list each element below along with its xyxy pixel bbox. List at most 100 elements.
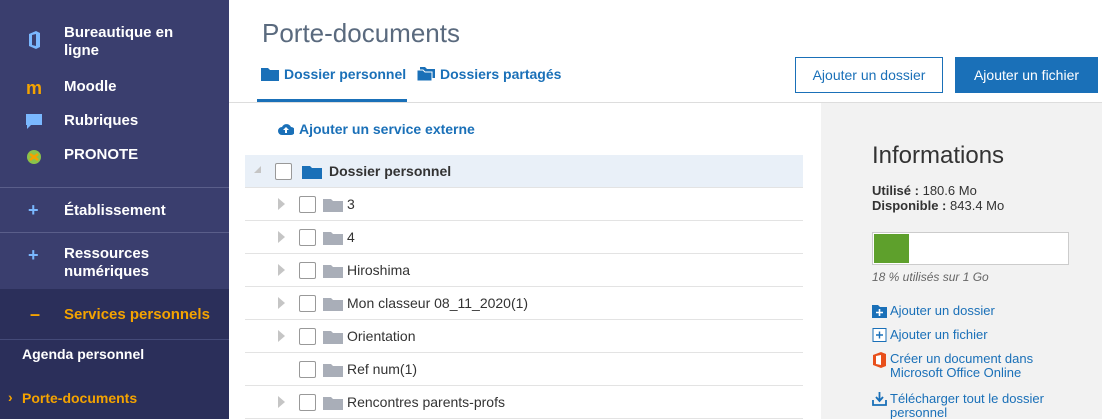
sidebar-item-bureautique[interactable]: Bureautique en ligne: [0, 22, 229, 62]
chat-icon: [24, 111, 44, 131]
row-checkbox[interactable]: [299, 196, 316, 213]
folder-name: 4: [347, 229, 355, 245]
row-checkbox[interactable]: [299, 229, 316, 246]
folder-icon: [323, 199, 343, 212]
download-icon: [872, 392, 887, 406]
expand-caret-icon[interactable]: [278, 264, 285, 276]
expand-icon: +: [28, 200, 39, 220]
expand-caret-icon[interactable]: [278, 198, 285, 210]
used-space: Utilisé : 180.6 Mo: [872, 183, 977, 198]
row-checkbox[interactable]: [299, 394, 316, 411]
expand-caret-icon[interactable]: [278, 297, 285, 309]
folder-icon: [261, 68, 279, 81]
tree-row[interactable]: Mon classeur 08_11_2020(1): [245, 287, 803, 320]
folder-icon: [323, 265, 343, 278]
expand-caret-icon[interactable]: [278, 396, 285, 408]
folder-name: Rencontres parents-profs: [347, 394, 505, 410]
folder-icon: [323, 364, 343, 377]
tree-row[interactable]: Ref num(1): [245, 353, 803, 386]
folder-name: Ref num(1): [347, 361, 418, 377]
expand-caret-icon[interactable]: [278, 330, 285, 342]
sidebar: Bureautique en ligne m Moodle Rubriques …: [0, 0, 229, 419]
row-checkbox[interactable]: [299, 295, 316, 312]
collapse-icon: –: [30, 304, 41, 324]
external-service-label: Ajouter un service externe: [299, 121, 475, 137]
available-value: 843.4 Mo: [950, 198, 1005, 213]
usage-bar-fill: [874, 234, 909, 263]
office-icon: [24, 30, 44, 50]
sidebar-item-rubriques[interactable]: Rubriques: [0, 110, 229, 134]
add-folder-button[interactable]: Ajouter un dossier: [795, 57, 943, 93]
tree-row[interactable]: 4: [245, 221, 803, 254]
sidebar-subitem-agenda[interactable]: Agenda personnel: [22, 346, 144, 362]
sidebar-section-label: Ressources numériques: [64, 245, 150, 280]
sidebar-item-label: Bureautique en ligne: [64, 24, 174, 59]
sidebar-item-label: PRONOTE: [64, 146, 139, 163]
info-title: Informations: [872, 142, 1005, 169]
info-download-all-link[interactable]: Télécharger tout le dossier personnel: [872, 392, 1072, 419]
tree-root-row[interactable]: Dossier personnel: [245, 155, 803, 188]
row-checkbox[interactable]: [275, 163, 292, 180]
sidebar-section-services-header[interactable]: – Services personnels: [0, 289, 229, 339]
active-marker-icon: ›: [8, 389, 13, 405]
tab-dossiers-partages[interactable]: Dossiers partagés: [417, 66, 561, 82]
add-folder-icon: [872, 305, 887, 318]
pronote-icon: [24, 147, 44, 167]
folder-icon: [323, 232, 343, 245]
row-checkbox[interactable]: [299, 328, 316, 345]
folder-name: Mon classeur 08_11_2020(1): [347, 295, 529, 311]
link-label: Créer un document dans Microsoft Office …: [890, 351, 1034, 380]
sidebar-section-label: Services personnels: [64, 306, 210, 323]
folder-icon: [302, 166, 322, 179]
expand-icon: +: [28, 245, 39, 265]
divider: [0, 339, 229, 340]
folder-icon: [323, 331, 343, 344]
info-add-file-link[interactable]: Ajouter un fichier: [872, 328, 1072, 342]
collapse-caret-icon[interactable]: [254, 166, 261, 173]
page-title: Porte-documents: [262, 18, 460, 48]
info-add-folder-link[interactable]: Ajouter un dossier: [872, 304, 1072, 318]
link-label: Ajouter un fichier: [890, 327, 988, 342]
folder-name: Hiroshima: [347, 262, 411, 278]
tree-row[interactable]: Hiroshima: [245, 254, 803, 287]
tree-row[interactable]: 3: [245, 188, 803, 221]
tab-dossier-personnel[interactable]: Dossier personnel: [261, 66, 406, 82]
usage-bar: [872, 232, 1069, 265]
sidebar-item-pronote[interactable]: PRONOTE: [0, 144, 229, 168]
available-space: Disponible : 843.4 Mo: [872, 198, 1004, 213]
sidebar-section-ressources[interactable]: + Ressources numériques: [0, 233, 229, 289]
available-label: Disponible :: [872, 198, 947, 213]
folder-name: 3: [347, 196, 355, 212]
add-external-service-link[interactable]: Ajouter un service externe: [278, 121, 475, 137]
tab-label: Dossier personnel: [284, 66, 407, 82]
tab-label: Dossiers partagés: [440, 66, 562, 82]
tree-root-label: Dossier personnel: [329, 163, 452, 179]
office-icon: [873, 352, 886, 368]
moodle-icon: m: [25, 77, 42, 98]
used-label: Utilisé :: [872, 183, 919, 198]
info-office-online-link[interactable]: Créer un document dans Microsoft Office …: [872, 352, 1072, 382]
sidebar-subitem-porte-documents[interactable]: Porte-documents: [22, 390, 137, 406]
tree-row[interactable]: Rencontres parents-profs: [245, 386, 803, 419]
add-file-icon: [872, 328, 887, 342]
folder-icon: [323, 397, 343, 410]
add-file-button[interactable]: Ajouter un fichier: [955, 57, 1098, 93]
folder-name: Orientation: [347, 328, 416, 344]
used-value: 180.6 Mo: [922, 183, 977, 198]
sidebar-section-services: – Services personnels Agenda personnel ›…: [0, 289, 229, 419]
tree-row[interactable]: Orientation: [245, 320, 803, 353]
usage-caption: 18 % utilisés sur 1 Go: [872, 270, 989, 284]
cloud-upload-icon: [278, 124, 294, 135]
row-checkbox[interactable]: [299, 262, 316, 279]
sidebar-item-label: Rubriques: [64, 112, 139, 129]
sidebar-item-label: Moodle: [64, 78, 117, 95]
link-label: Ajouter un dossier: [890, 303, 995, 318]
link-label: Télécharger tout le dossier personnel: [890, 392, 1044, 419]
expand-caret-icon[interactable]: [278, 231, 285, 243]
sidebar-section-etablissement[interactable]: + Établissement: [0, 188, 229, 232]
shared-folder-icon: [417, 67, 435, 81]
folder-icon: [323, 298, 343, 311]
row-checkbox[interactable]: [299, 361, 316, 378]
sidebar-section-label: Établissement: [64, 202, 166, 219]
sidebar-item-moodle[interactable]: m Moodle: [0, 76, 229, 100]
